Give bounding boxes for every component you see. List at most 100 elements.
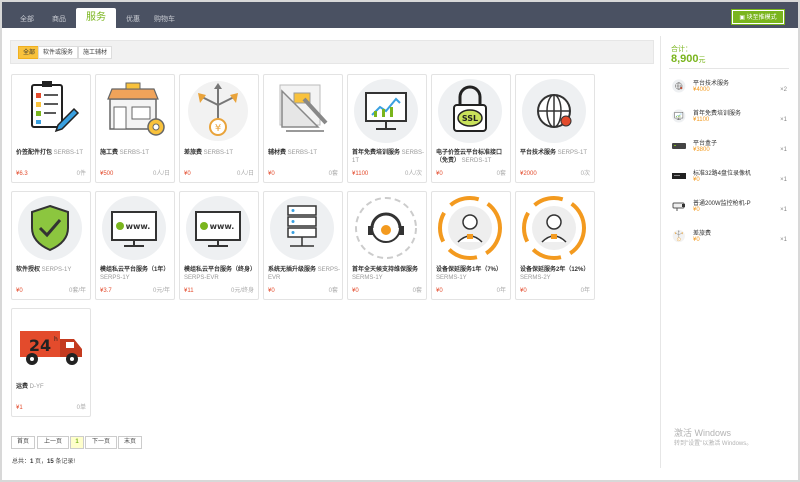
- product-card[interactable]: 平台技术服务 SERPS-1T ¥2000 0次: [515, 74, 595, 183]
- product-price: ¥6.3: [16, 171, 28, 177]
- shield-check-icon: [12, 192, 90, 264]
- product-stock: 0年: [580, 288, 590, 294]
- pager-next-button[interactable]: 下一页: [85, 436, 117, 449]
- product-code: SERPS-1Y: [41, 267, 72, 273]
- pager-current-page[interactable]: 1: [70, 436, 84, 449]
- product-name: 首年全天候支持维保服务: [352, 267, 419, 273]
- product-stock: 0套: [496, 171, 506, 177]
- clipboard-checklist-icon: [12, 75, 90, 147]
- product-price: ¥3.7: [100, 288, 112, 294]
- product-name: 差旅费: [184, 150, 204, 156]
- product-name: 设备保延服务1年（7%）: [436, 267, 503, 273]
- product-price: ¥500: [100, 171, 114, 177]
- pager-first-button[interactable]: 首页: [11, 436, 35, 449]
- platform-box-icon: [671, 138, 687, 154]
- product-code: SERPS-1Y: [100, 274, 130, 281]
- subtab-software-services[interactable]: 软件或服务: [38, 46, 79, 59]
- svg-text:SSL: SSL: [462, 114, 478, 123]
- product-card[interactable]: 辅材费 SERBS-1T ¥0 0套: [263, 74, 343, 183]
- product-name: 设备保延服务2年（12%）: [520, 267, 590, 273]
- product-title: 系统无插升级服务 SERPS-EVR: [268, 267, 342, 282]
- travel-expense-icon: ¥: [671, 228, 687, 244]
- product-card[interactable]: 首年免费培训服务 SERBS-1T ¥1100 0人/次: [347, 74, 427, 183]
- cart-item-price: ¥4000: [693, 87, 710, 93]
- cart-item-name: 首年免费培训服务: [693, 111, 742, 117]
- product-card[interactable]: 设备保延服务2年（12%） SERMS-2Y ¥0 0年: [515, 191, 595, 300]
- svg-text:¥: ¥: [215, 123, 221, 134]
- cart-item-qty: ×1: [780, 237, 787, 243]
- product-card[interactable]: www. 模组私云平台服务（终身） SERPS-EVR ¥11 0元/终身: [179, 191, 259, 300]
- product-card[interactable]: www. 模组私云平台服务（1年） SERPS-1Y ¥3.7 0元/年: [95, 191, 175, 300]
- cart-panel: 合计： 8,900元 平台技术服务 ¥4000 ×2 首年免费培训服务 ¥1100 ×1 平…: [660, 36, 790, 468]
- product-card[interactable]: 软件授权 SERPS-1Y ¥0 0套/年: [11, 191, 91, 300]
- tab-cart[interactable]: 购物车: [154, 11, 175, 28]
- cart-item-qty: ×1: [780, 207, 787, 213]
- pager-prev-button[interactable]: 上一页: [37, 436, 69, 449]
- record-summary: 总共：1 页，15 条记录!: [12, 459, 76, 465]
- subtab-all[interactable]: 全部: [18, 46, 41, 59]
- www-monitor-icon: www.: [96, 192, 174, 264]
- pager-last-button[interactable]: 末页: [118, 436, 142, 449]
- cart-item-name: 差旅费: [693, 231, 712, 237]
- ssl-lock-icon: SSL: [432, 75, 510, 147]
- product-code: SERDS-1T: [461, 157, 492, 164]
- product-stock: 0人/日: [152, 171, 170, 177]
- tab-discounts[interactable]: 优惠: [126, 11, 140, 28]
- product-stock: 0人/日: [236, 171, 254, 177]
- product-price: ¥0: [16, 288, 23, 294]
- product-code: SERMS-2Y: [520, 274, 551, 281]
- category-filter-bar: 全部 软件或服务 施工辅材: [10, 40, 654, 64]
- switch-mode-button[interactable]: ▣ 块至推模式: [732, 10, 784, 24]
- product-name: 模组私云平台服务（1年）: [100, 267, 170, 273]
- cart-item-name: 平台技术服务: [693, 81, 730, 87]
- drafting-tools-icon: [264, 75, 342, 147]
- product-card[interactable]: 24 h 运费 D-YF ¥1 0单: [11, 308, 91, 417]
- subtab-construction-materials[interactable]: 施工辅材: [78, 46, 113, 59]
- shop-icon: [96, 75, 174, 147]
- monitor-chart-icon: [348, 75, 426, 147]
- cart-item-price: ¥0: [693, 207, 700, 213]
- cart-item[interactable]: 平台技术服务 ¥4000 ×2: [669, 74, 791, 98]
- product-price: ¥0: [436, 171, 443, 177]
- product-stock: 0人/次: [404, 171, 422, 177]
- product-title: 首年全天候支持维保服务 SERMS-1Y: [352, 267, 426, 282]
- product-stock: 0单: [76, 405, 86, 411]
- product-card[interactable]: 系统无插升级服务 SERPS-EVR ¥0 0套: [263, 191, 343, 300]
- product-price: ¥0: [520, 288, 527, 294]
- product-card[interactable]: 施工费 SERBS-1T ¥500 0人/日: [95, 74, 175, 183]
- tab-goods[interactable]: 商品: [52, 11, 66, 28]
- cart-item[interactable]: 普通200W监控枪机-P ¥0 ×1: [669, 194, 791, 218]
- tab-services[interactable]: 服务: [76, 8, 116, 28]
- product-name: 软件授权: [16, 267, 42, 273]
- product-name: 平台技术服务: [520, 150, 558, 156]
- product-card[interactable]: ¥ 差旅费 SERBS-1T ¥0 0人/日: [179, 74, 259, 183]
- product-title: 首年免费培训服务 SERBS-1T: [352, 150, 426, 165]
- product-card[interactable]: 设备保延服务1年（7%） SERMS-1Y ¥0 0年: [431, 191, 511, 300]
- globe-icon: [671, 78, 687, 94]
- product-title: 施工费 SERBS-1T: [100, 150, 174, 158]
- product-title: 模组私云平台服务（1年） SERPS-1Y: [100, 267, 174, 282]
- cart-item[interactable]: 平台盒子 ¥3800 ×1: [669, 134, 791, 158]
- product-price: ¥11: [184, 288, 194, 294]
- product-card[interactable]: 价签配件打包 SERBS-1T ¥6.3 0件: [11, 74, 91, 183]
- product-stock: 0套: [328, 288, 338, 294]
- cart-item-qty: ×1: [780, 117, 787, 123]
- cart-item[interactable]: 首年免费培训服务 ¥1100 ×1: [669, 104, 791, 128]
- product-name: 施工费: [100, 150, 120, 156]
- travel-expense-icon: ¥: [180, 75, 258, 147]
- product-name: 首年免费培训服务: [352, 150, 402, 156]
- cart-item-name: 普通200W监控枪机-P: [693, 201, 751, 207]
- product-code: SERMS-1Y: [436, 274, 467, 281]
- cart-item[interactable]: ¥ 差旅费 ¥0 ×1: [669, 224, 791, 248]
- product-stock: 0年: [496, 288, 506, 294]
- bullet-camera-icon: [671, 198, 687, 214]
- product-card[interactable]: SSL 电子价签云平台标准接口（免责） SERDS-1T ¥0 0套: [431, 74, 511, 183]
- product-card[interactable]: 首年全天候支持维保服务 SERMS-1Y ¥0 0套: [347, 191, 427, 300]
- nvr-device-icon: [671, 168, 687, 184]
- product-code: SERBS-1T: [287, 150, 318, 156]
- cart-item[interactable]: 标准32路4盘位录像机 ¥0 ×1: [669, 164, 791, 188]
- product-name: 系统无插升级服务: [268, 267, 318, 273]
- www-monitor-icon: www.: [180, 192, 258, 264]
- tab-all[interactable]: 全部: [20, 11, 34, 28]
- cart-total-value: 8,900元: [671, 53, 706, 65]
